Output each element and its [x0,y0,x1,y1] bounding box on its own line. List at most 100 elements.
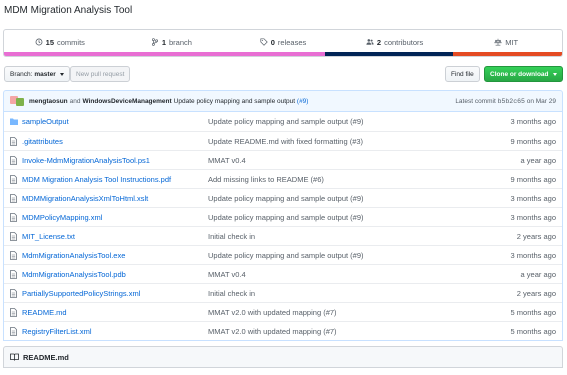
file-name-link[interactable]: .gitattributes [22,137,208,146]
file-age: 3 months ago [510,212,556,222]
commits-label: commits [57,37,85,47]
file-commit-message[interactable]: MMAT v0.4 [208,270,246,279]
file-icon [10,136,18,146]
file-commit-message[interactable]: MMAT v2.0 with updated mapping (#7) [208,308,337,317]
file-row: RegistryFilterList.xml MMAT v2.0 with upd… [4,321,562,340]
file-name-link[interactable]: MDMPolicyMapping.xml [22,213,208,222]
file-age: 3 months ago [510,250,556,260]
file-name-link[interactable]: MIT_License.txt [22,232,208,241]
file-name-link[interactable]: MdmMigrationAnalysisTool.exe [22,251,208,260]
branch-select-button[interactable]: Branch: master [4,66,70,82]
file-name-link[interactable]: MdmMigrationAnalysisTool.pdb [22,270,208,279]
people-icon [366,39,374,45]
commit-avatars [10,96,26,106]
file-age: 2 years ago [516,288,556,298]
file-name-link[interactable]: RegistryFilterList.xml [22,327,208,336]
commit-author[interactable]: mengtaosun [29,98,68,105]
file-age: a year ago [520,269,556,279]
file-commit-message[interactable]: Initial check in [208,232,255,241]
repo-summary: 15 commits 1 branch 0 releases 2 contrib… [3,29,563,57]
file-icon [10,212,18,222]
file-commit-message[interactable]: MMAT v2.0 with updated mapping (#7) [208,327,337,336]
file-row: MdmMigrationAnalysisTool.exe Update polic… [4,245,562,264]
file-commit-message[interactable]: Add missing links to README (#6) [208,175,324,184]
file-icon [10,193,18,203]
file-name-link[interactable]: MDMMigrationAnalysisXmlToHtml.xslt [22,194,208,203]
file-commit-message[interactable]: Update policy mapping and sample output … [208,213,364,222]
repo-description: MDM Migration Analysis Tool [4,5,133,16]
contributors-link[interactable]: 2 contributors [339,38,451,47]
file-name-link[interactable]: Invoke-MdmMigrationAnalysisTool.ps1 [22,156,208,165]
language-bar-segment[interactable] [4,52,325,56]
file-commit-message[interactable]: Update policy mapping and sample output … [208,117,364,126]
clone-download-button[interactable]: Clone or download [484,66,563,82]
history-icon [35,38,43,46]
language-bar-segment[interactable] [453,52,562,56]
language-bar[interactable] [4,52,562,56]
branches-link[interactable]: 1 branch [116,38,228,47]
file-row: Invoke-MdmMigrationAnalysisTool.ps1 MMAT … [4,150,562,169]
file-icon [10,326,18,336]
license-label: MIT [505,37,519,47]
commits-link[interactable]: 15 commits [4,38,116,47]
language-bar-segment[interactable] [324,52,454,56]
commit-coauthor[interactable]: WindowsDeviceManagement [83,98,172,105]
avatar[interactable] [16,98,24,106]
branch-icon [151,38,158,46]
file-row: MDMMigrationAnalysisXmlToHtml.xslt Update… [4,188,562,207]
file-row: MdmMigrationAnalysisTool.pdb MMAT v0.4 a y… [4,264,562,283]
file-row: README.md MMAT v2.0 with updated mapping … [4,302,562,321]
chevron-down-icon [59,72,64,76]
contributors-count: 2 [376,37,382,47]
commit-date: on Mar 29 [526,97,556,105]
branches-count: 1 [161,37,166,47]
file-navigation: Branch: master New pull request Find fil… [4,66,563,82]
file-commit-message[interactable]: Initial check in [208,289,255,298]
readme-title: README.md [23,352,69,362]
file-age: 5 months ago [510,326,556,336]
file-icon [10,250,18,260]
file-age: 2 years ago [516,231,556,241]
tag-icon [260,38,268,46]
folder-icon [10,117,18,127]
file-age: 9 months ago [510,136,556,146]
file-age: 5 months ago [510,307,556,317]
file-icon [10,231,18,241]
file-commit-message[interactable]: Update README.md with fixed formatting (… [208,137,363,146]
file-icon [10,174,18,184]
find-file-button[interactable]: Find file [445,66,480,82]
file-age: 3 months ago [510,117,556,126]
file-list: sampleOutput Update policy mapping and sa… [3,112,563,341]
chevron-down-icon [552,72,557,76]
file-name-link[interactable]: README.md [22,308,208,317]
file-commit-message[interactable]: MMAT v0.4 [208,156,246,165]
file-row: sampleOutput Update policy mapping and sa… [4,112,562,131]
book-icon [10,353,19,361]
commit-pr-link[interactable]: (#9) [297,98,309,105]
latest-commit-label: Latest commit [455,97,496,105]
commit-message-text: Update policy mapping and sample output [173,97,296,105]
file-name-link[interactable]: sampleOutput [22,117,208,126]
file-row: MDMPolicyMapping.xml Update policy mappin… [4,207,562,226]
file-row: MDM Migration Analysis Tool Instructions… [4,169,562,188]
latest-commit-info: Latest commit b5b2c65 on Mar 29 [455,98,556,105]
new-pull-request-button[interactable]: New pull request [70,66,131,82]
file-icon [10,288,18,298]
file-row: .gitattributes Update README.md with fixe… [4,131,562,150]
commit-message[interactable]: Update policy mapping and sample output … [174,98,309,105]
license-link[interactable]: MIT [450,38,562,47]
file-age: 3 months ago [510,193,556,203]
file-name-link[interactable]: MDM Migration Analysis Tool Instructions… [22,175,208,184]
file-commit-message[interactable]: Update policy mapping and sample output … [208,194,364,203]
file-name-link[interactable]: PartiallySupportedPolicyStrings.xml [22,289,208,298]
releases-link[interactable]: 0 releases [227,38,339,47]
file-commit-message[interactable]: Update policy mapping and sample output … [208,251,364,260]
branch-select-label: Branch: [10,70,33,78]
file-age: 9 months ago [510,174,556,184]
releases-label: releases [277,37,307,47]
commit-sha-link[interactable]: b5b2c65 [498,98,525,105]
contributors-label: contributors [384,37,424,47]
readme-header: README.md [3,346,563,368]
file-icon [10,307,18,317]
latest-commit-bar: mengtaosun and WindowsDeviceManagement U… [3,90,563,112]
